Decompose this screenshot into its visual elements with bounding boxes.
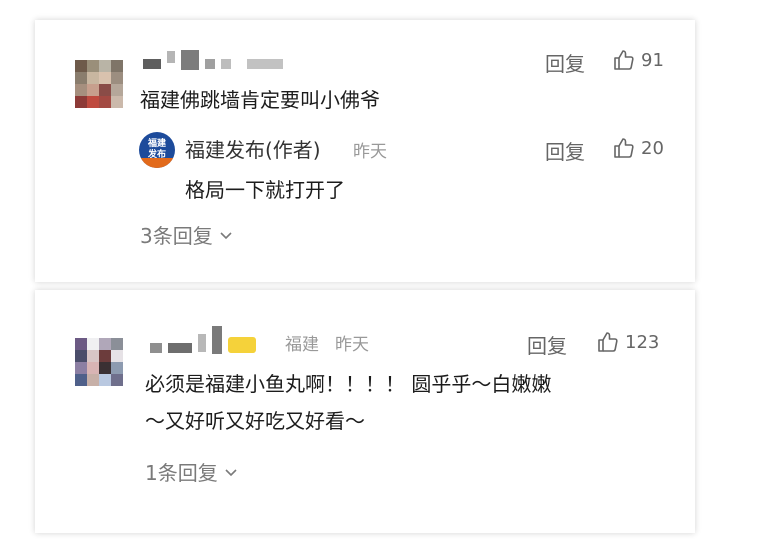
user-badge-icon xyxy=(228,337,256,353)
like-count: 123 xyxy=(625,331,660,353)
chevron-down-icon xyxy=(220,231,232,239)
thumbs-up-icon xyxy=(614,138,634,158)
like-button[interactable]: 123 xyxy=(596,330,659,354)
author-reply-text: 格局一下就打开了 xyxy=(185,178,345,202)
avatar[interactable] xyxy=(75,338,123,386)
comment-card: 回复 91 福建佛跳墙肯定要叫小佛爷 福建 发布 福建发布(作者) 昨天 回复 … xyxy=(35,20,695,282)
view-replies-button[interactable]: 1条回复 xyxy=(145,457,238,486)
comment-text-line-2: ～又好听又好吃又好看～ xyxy=(145,409,365,433)
comment-card: 福建 昨天 回复 123 必须是福建小鱼丸啊！！！！ 圆乎乎～白嫩嫩 ～又好听又… xyxy=(35,290,695,533)
like-button[interactable]: 20 xyxy=(612,136,664,160)
comment-text: 福建佛跳墙肯定要叫小佛爷 xyxy=(140,88,380,112)
reply-button[interactable]: 回复 xyxy=(545,136,585,165)
avatar-stripe xyxy=(139,158,175,168)
thumbs-up-icon xyxy=(614,50,634,70)
reply-time: 昨天 xyxy=(353,142,387,162)
comment-time: 昨天 xyxy=(335,335,369,355)
thumbs-up-icon xyxy=(598,332,618,352)
comment-text-line-1: 必须是福建小鱼丸啊！！！！ 圆乎乎～白嫩嫩 xyxy=(145,372,552,396)
author-name[interactable]: 福建发布(作者) xyxy=(185,134,321,163)
like-count: 20 xyxy=(641,137,664,159)
view-replies-button[interactable]: 3条回复 xyxy=(140,220,233,249)
chevron-down-icon xyxy=(225,468,237,476)
reply-button[interactable]: 回复 xyxy=(545,48,585,77)
like-count: 91 xyxy=(641,49,664,71)
author-avatar[interactable]: 福建 发布 xyxy=(139,132,175,168)
reply-button[interactable]: 回复 xyxy=(527,330,567,359)
username-blurred[interactable] xyxy=(150,326,256,354)
avatar[interactable] xyxy=(75,60,123,108)
username-blurred[interactable] xyxy=(143,50,283,70)
like-button[interactable]: 91 xyxy=(612,48,664,72)
comment-location: 福建 xyxy=(285,335,319,355)
